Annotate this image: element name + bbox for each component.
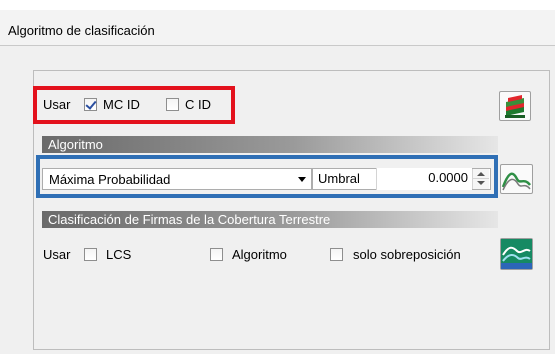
lcs-algorithm-checkbox[interactable] bbox=[210, 248, 223, 261]
lcs-spectral-icon bbox=[501, 239, 532, 269]
threshold-plot-button[interactable] bbox=[500, 164, 533, 194]
lcs-section-header: Clasificación de Firmas de la Cobertura … bbox=[42, 211, 498, 228]
overlap-only-label[interactable]: solo sobreposición bbox=[353, 247, 461, 262]
algorithm-section-header: Algoritmo bbox=[42, 136, 498, 153]
class-id-highlight bbox=[33, 86, 235, 124]
layered-signature-icon bbox=[505, 95, 525, 118]
algorithm-highlight bbox=[36, 155, 498, 198]
overlap-only-checkbox[interactable] bbox=[330, 248, 343, 261]
lcs-usar-label: Usar bbox=[43, 247, 71, 262]
spectral-threshold-icon bbox=[501, 172, 531, 191]
lcs-plot-button[interactable] bbox=[500, 238, 533, 270]
lcs-algorithm-label[interactable]: Algoritmo bbox=[232, 247, 287, 262]
signature-layers-button[interactable] bbox=[499, 91, 531, 121]
lcs-label[interactable]: LCS bbox=[106, 247, 131, 262]
lcs-checkbox[interactable] bbox=[84, 248, 97, 261]
panel-title: Algoritmo de clasificación bbox=[8, 23, 155, 38]
